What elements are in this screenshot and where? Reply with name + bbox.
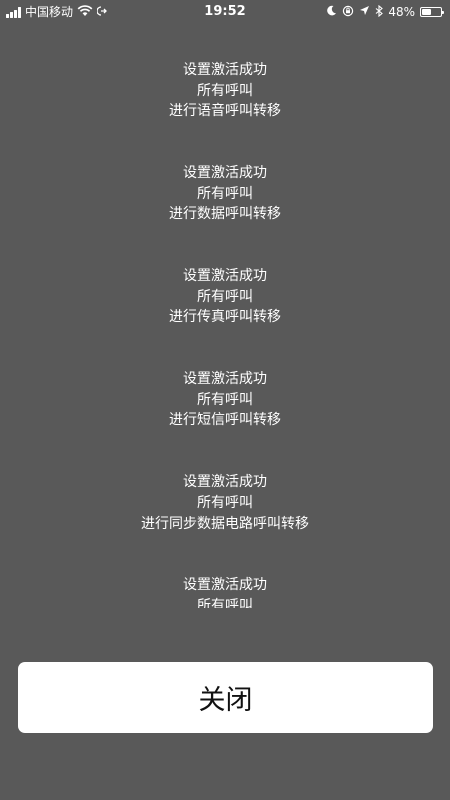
- message-line-1: 设置激活成功: [183, 474, 267, 491]
- message-line-3: 进行数据呼叫转移: [169, 206, 281, 223]
- message-line-1: 设置激活成功: [183, 268, 267, 285]
- message-line-3: 进行传真呼叫转移: [169, 309, 281, 326]
- message-line-1: 设置激活成功: [183, 165, 267, 182]
- message-line-2: 所有呼叫: [197, 82, 253, 99]
- battery-nub: [442, 10, 444, 14]
- message-block: 设置激活成功 所有呼叫进行数据呼叫转移: [0, 163, 450, 225]
- battery-icon: [420, 7, 444, 17]
- message-line-2: 所有呼叫: [197, 391, 253, 408]
- moon-icon: [326, 5, 337, 19]
- message-block: 设置激活成功 所有呼叫进行语音呼叫转移: [0, 60, 450, 122]
- message-block: 设置激活成功 所有呼叫进行同步数据电路呼叫转移: [0, 472, 450, 534]
- status-bar-right: 48%: [326, 4, 444, 20]
- message-line-1: 设置激活成功: [183, 577, 267, 594]
- bluetooth-icon: [375, 4, 384, 20]
- message-block: 设置激活成功 所有呼叫进行短信呼叫转移: [0, 369, 450, 431]
- status-bar: 中国移动 19:52 48%: [0, 0, 450, 24]
- message-line-3: 进行同步数据电路呼叫转移: [141, 515, 309, 532]
- close-button[interactable]: 关闭: [18, 662, 433, 733]
- message-line-2: 所有呼叫: [197, 185, 253, 202]
- battery-percent: 48%: [388, 5, 415, 19]
- battery-fill: [422, 9, 431, 15]
- message-line-1: 设置激活成功: [183, 371, 267, 388]
- message-line-1: 设置激活成功: [183, 62, 267, 78]
- message-line-3: 进行语音呼叫转移: [169, 103, 281, 120]
- message-line-2: 所有呼叫: [197, 494, 253, 511]
- message-block: 设置激活成功所有呼叫: [0, 575, 450, 608]
- close-button-label: 关闭: [198, 685, 253, 716]
- result-message-list[interactable]: 设置激活成功 所有呼叫 进行语音呼叫转移 设置激活成功 所有呼叫 进行数据呼叫转移 设置激活…: [0, 60, 450, 608]
- message-line-2: 所有呼叫: [197, 288, 253, 305]
- message-line-2: 所有呼叫: [197, 598, 253, 608]
- message-block: 设置激活成功 所有呼叫进行传真呼叫转移: [0, 266, 450, 328]
- rotation-lock-icon: [342, 5, 354, 20]
- location-icon: [359, 5, 370, 19]
- message-line-3: 进行短信呼叫转移: [169, 412, 281, 429]
